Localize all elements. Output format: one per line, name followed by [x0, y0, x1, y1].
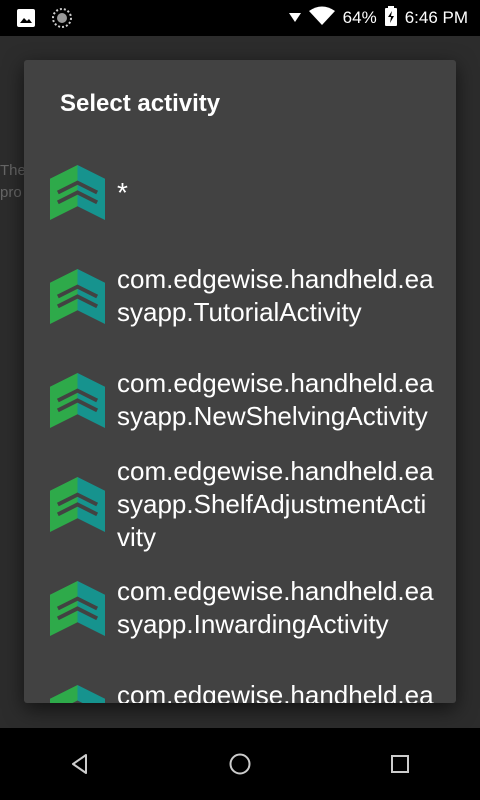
battery-charging-icon [384, 5, 397, 31]
status-right: 64% 6:46 PM [288, 0, 468, 36]
activity-label: com.edgewise.handheld.easyapp.PackingSta… [117, 680, 434, 703]
image-icon [16, 8, 36, 33]
status-bar: 64% 6:46 PM [0, 0, 480, 36]
activity-label: * [117, 176, 128, 208]
activity-item-all[interactable]: * [24, 140, 456, 244]
activity-item-new-shelving[interactable]: com.edgewise.handheld.easyapp.NewShelvin… [24, 348, 456, 452]
battery-level: 64% [342, 8, 377, 27]
activity-label: com.edgewise.handheld.easyapp.NewShelvin… [117, 368, 434, 431]
recents-button[interactable] [370, 734, 430, 794]
activity-label: com.edgewise.handheld.easyapp.ShelfAdjus… [117, 455, 434, 552]
wifi-icon [308, 6, 335, 31]
activity-list[interactable]: * com.edgewise.handheld.easyapp.Tutorial… [24, 140, 456, 703]
activity-item-inwarding[interactable]: com.edgewise.handheld.easyapp.InwardingA… [24, 556, 456, 660]
navigation-bar [0, 728, 480, 800]
dialog-title: Select activity [60, 90, 221, 117]
home-circle-icon [229, 753, 251, 775]
select-activity-dialog: Select activity * com.edgewise.handheld.… [24, 60, 456, 703]
back-triangle-icon [72, 754, 87, 774]
activity-label: com.edgewise.handheld.easyapp.InwardingA… [117, 576, 434, 639]
app-icon [50, 476, 105, 532]
app-icon [50, 372, 105, 428]
activity-item-shelf-adjustment[interactable]: com.edgewise.handheld.easyapp.ShelfAdjus… [24, 452, 456, 556]
signal-icon [288, 8, 301, 28]
activity-label: com.edgewise.handheld.easyapp.TutorialAc… [117, 264, 434, 327]
activity-item-packing-station[interactable]: com.edgewise.handheld.easyapp.PackingSta… [24, 660, 456, 703]
app-icon [50, 268, 105, 324]
activity-item-tutorial[interactable]: com.edgewise.handheld.easyapp.TutorialAc… [24, 244, 456, 348]
clock: 6:46 PM [404, 8, 468, 27]
home-button[interactable] [210, 734, 270, 794]
settings-circle-icon [52, 8, 72, 33]
app-icon [50, 580, 105, 636]
app-icon [50, 684, 105, 703]
app-icon [50, 164, 105, 220]
recents-square-icon [391, 755, 409, 773]
back-button[interactable] [50, 734, 110, 794]
